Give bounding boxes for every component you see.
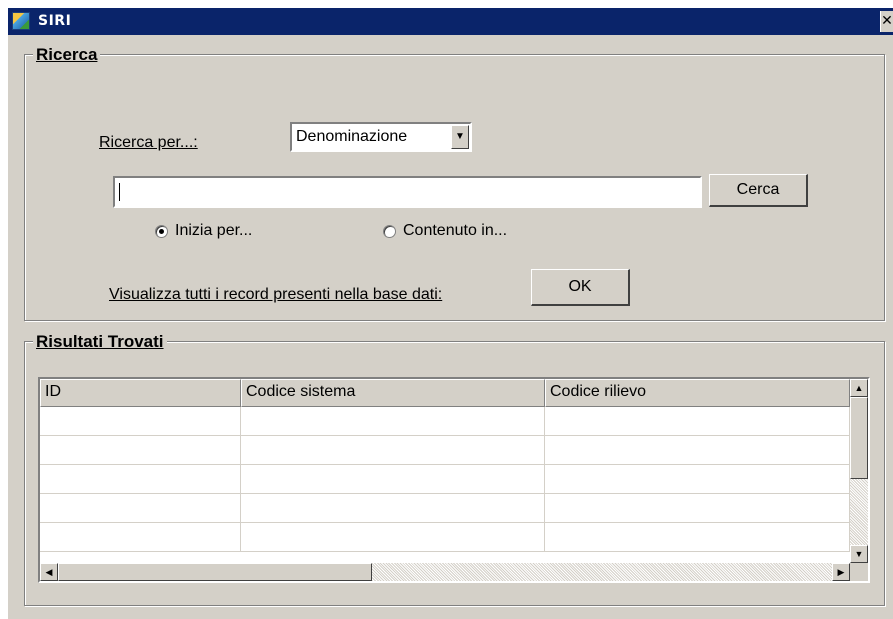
arrow-left-icon[interactable]: ◀ — [40, 563, 58, 581]
vertical-scrollbar[interactable]: ▲ ▼ — [850, 379, 868, 563]
ok-button-label: OK — [568, 278, 592, 295]
ok-button[interactable]: OK — [531, 269, 630, 306]
table-cell[interactable] — [40, 436, 241, 465]
scrollbar-corner — [850, 563, 868, 581]
radio-starts-with[interactable]: Inizia per... — [155, 222, 305, 242]
table-cell[interactable] — [241, 494, 545, 523]
arrow-right-icon[interactable]: ▶ — [832, 563, 850, 581]
dialog-body: Ricerca Ricerca per...: Denominazione ▼ … — [8, 35, 893, 619]
title-bar[interactable]: SIRI ✕ — [8, 8, 893, 35]
table-header: ID Codice sistema Codice rilievo — [40, 379, 850, 407]
table-cell[interactable] — [545, 407, 850, 436]
text-caret — [119, 183, 120, 201]
table-row[interactable] — [40, 523, 850, 552]
horizontal-scroll-track[interactable] — [372, 563, 832, 581]
table-cell[interactable] — [241, 407, 545, 436]
table-cell[interactable] — [40, 494, 241, 523]
radio-starts-with-label: Inizia per... — [175, 222, 253, 239]
table-cell[interactable] — [241, 436, 545, 465]
table-row[interactable] — [40, 407, 850, 436]
column-header-codice-rilievo[interactable]: Codice rilievo — [545, 379, 850, 407]
table-cell[interactable] — [545, 494, 850, 523]
table-cell[interactable] — [545, 465, 850, 494]
table-cell[interactable] — [241, 465, 545, 494]
arrow-down-icon[interactable]: ▼ — [850, 545, 868, 563]
search-by-dropdown[interactable]: Denominazione ▼ — [290, 122, 472, 152]
search-button[interactable]: Cerca — [709, 174, 808, 207]
table-cell[interactable] — [40, 523, 241, 552]
results-table[interactable]: ID Codice sistema Codice rilievo ▲ ▼ ◀ ▶ — [38, 377, 870, 583]
table-row[interactable] — [40, 436, 850, 465]
column-header-id[interactable]: ID — [40, 379, 241, 407]
close-icon[interactable]: ✕ — [880, 11, 893, 32]
horizontal-scrollbar[interactable]: ◀ ▶ — [40, 563, 850, 581]
vertical-scroll-track[interactable] — [850, 479, 868, 545]
search-groupbox: Ricerca Ricerca per...: Denominazione ▼ … — [24, 45, 885, 321]
radio-contains-indicator[interactable] — [383, 225, 396, 238]
results-groupbox: Risultati Trovati ID Codice sistema Codi… — [24, 332, 885, 606]
radio-contains-label: Contenuto in... — [403, 222, 508, 239]
table-cell[interactable] — [40, 465, 241, 494]
siri-window: SIRI ✕ Ricerca Ricerca per...: Denominaz… — [0, 0, 893, 619]
table-row[interactable] — [40, 465, 850, 494]
column-header-codice-sistema[interactable]: Codice sistema — [241, 379, 545, 407]
table-row[interactable] — [40, 494, 850, 523]
siri-app-icon — [12, 12, 30, 30]
search-by-label: Ricerca per...: — [99, 134, 198, 151]
search-group-title: Ricerca — [33, 45, 101, 65]
search-by-value: Denominazione — [296, 128, 408, 145]
horizontal-scroll-thumb[interactable] — [58, 563, 372, 581]
radio-starts-with-indicator[interactable] — [155, 225, 168, 238]
vertical-scroll-thumb[interactable] — [850, 397, 868, 479]
search-input[interactable] — [113, 176, 702, 208]
results-group-title: Risultati Trovati — [33, 332, 167, 352]
table-cell[interactable] — [40, 407, 241, 436]
search-button-label: Cerca — [736, 181, 780, 198]
table-cell[interactable] — [545, 523, 850, 552]
table-cell[interactable] — [545, 436, 850, 465]
window-title: SIRI — [38, 13, 72, 29]
radio-contains[interactable]: Contenuto in... — [383, 222, 553, 242]
table-cell[interactable] — [241, 523, 545, 552]
arrow-up-icon[interactable]: ▲ — [850, 379, 868, 397]
show-all-label: Visualizza tutti i record presenti nella… — [109, 286, 443, 303]
chevron-down-icon[interactable]: ▼ — [451, 125, 469, 149]
